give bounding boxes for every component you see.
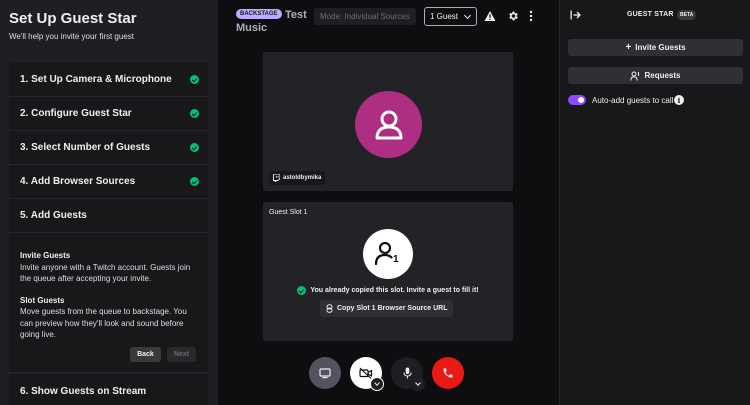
slot-guests-heading: Slot Guests [20, 295, 65, 305]
guest-count-select[interactable]: 1 Guest [424, 7, 477, 26]
step-nav-buttons: Back Next [130, 347, 196, 362]
setup-panel: Set Up Guest Star We'll help you invite … [0, 0, 218, 405]
step-show-guests[interactable]: 6. Show Guests on Stream [9, 374, 208, 405]
chevron-down-icon [415, 380, 421, 386]
step-label: 1. Set Up Camera & Microphone [20, 74, 172, 85]
slot-label: Guest Slot 1 [269, 209, 308, 216]
slot-guests-text: Move guests from the queue to backstage.… [20, 307, 187, 339]
more-options-icon[interactable] [528, 10, 534, 22]
slot-status-text: You already copied this slot. Invite a g… [310, 287, 479, 294]
invite-guests-text: Invite anyone with a Twitch account. Gue… [20, 262, 191, 284]
step-camera-microphone[interactable]: 1. Set Up Camera & Microphone [9, 63, 208, 97]
auto-add-label: Auto-add guests to call [592, 96, 674, 105]
check-circle-icon [297, 286, 307, 295]
stream-title-continued: Music [236, 22, 268, 34]
avatar [355, 91, 422, 158]
monitor-icon [319, 367, 331, 378]
plus-icon: + [625, 41, 632, 53]
slot-avatar: 1 [363, 229, 413, 279]
step-label: 2. Configure Guest Star [20, 108, 132, 119]
back-button[interactable]: Back [130, 347, 161, 362]
microphone-button[interactable] [391, 357, 425, 391]
twitch-icon [273, 174, 280, 182]
stream-title: Test [285, 9, 307, 21]
setup-title: Set Up Guest Star [9, 10, 137, 27]
step-browser-sources[interactable]: 4. Add Browser Sources [9, 165, 208, 199]
step-add-guests[interactable]: 5. Add Guests [9, 199, 208, 233]
camera-toggle-button[interactable] [350, 357, 384, 391]
step-number-of-guests[interactable]: 3. Select Number of Guests [9, 131, 208, 165]
check-circle-icon [190, 177, 199, 186]
step-add-guests-body: Invite Guests Invite anyone with a Twitc… [9, 233, 208, 373]
phone-icon [443, 368, 453, 378]
check-circle-icon [190, 75, 199, 84]
copy-browser-source-button[interactable]: Copy Slot 1 Browser Source URL [320, 300, 454, 317]
step-label: 6. Show Guests on Stream [20, 385, 147, 397]
collapse-panel-icon[interactable] [570, 10, 581, 20]
gear-icon[interactable] [507, 10, 519, 22]
guest-count-value: 1 Guest [430, 12, 459, 21]
requests-button[interactable]: Requests [568, 67, 743, 84]
setup-steps: 1. Set Up Camera & Microphone 2. Configu… [9, 63, 208, 373]
info-icon[interactable]: i [674, 95, 684, 105]
end-call-button[interactable] [432, 357, 464, 389]
slot-number: 1 [393, 254, 399, 265]
microphone-options-button[interactable] [411, 377, 425, 391]
copy-button-label: Copy Slot 1 Browser Source URL [337, 305, 448, 312]
mode-button[interactable]: Mode: Individual Sources [314, 8, 416, 25]
step-label: 5. Add Guests [20, 210, 87, 221]
host-name: astoldbymika [283, 175, 322, 181]
guest-star-stage: BACKSTAGE Test Music Mode: Individual So… [218, 0, 559, 405]
guest-star-panel: GUEST STAR BETA + Invite Guests Requests… [559, 0, 750, 405]
warning-icon[interactable] [484, 10, 496, 22]
slot-status: You already copied this slot. Invite a g… [263, 286, 513, 295]
chevron-down-icon [463, 11, 472, 20]
step-label: 3. Select Number of Guests [20, 142, 151, 153]
next-button[interactable]: Next [166, 347, 196, 362]
panel-title: GUEST STAR [627, 11, 674, 18]
invite-guests-heading: Invite Guests [20, 251, 71, 260]
check-circle-icon [190, 109, 199, 118]
host-video-tile: astoldbymika [263, 52, 513, 191]
setup-subtitle: We'll help you invite your first guest [9, 32, 134, 41]
user-request-icon [630, 71, 640, 81]
guest-slot-tile: Guest Slot 1 1 You already copied this s… [263, 202, 513, 341]
camera-off-icon [359, 367, 373, 379]
microphone-icon [403, 367, 411, 379]
chevron-down-icon [374, 380, 380, 386]
step-configure-guest-star[interactable]: 2. Configure Guest Star [9, 97, 208, 131]
check-circle-icon [190, 143, 199, 152]
user-icon [375, 110, 402, 139]
camera-options-button[interactable] [370, 377, 384, 391]
step-label: 4. Add Browser Sources [20, 176, 136, 187]
screen-share-button[interactable] [309, 357, 341, 389]
requests-label: Requests [644, 71, 681, 80]
link-icon [326, 304, 333, 313]
host-name-tag: astoldbymika [269, 171, 326, 185]
beta-badge: BETA [677, 10, 697, 20]
auto-add-toggle[interactable] [568, 95, 586, 105]
backstage-badge: BACKSTAGE [236, 9, 282, 19]
invite-guests-button[interactable]: + Invite Guests [568, 39, 743, 56]
invite-guests-label: Invite Guests [635, 43, 686, 52]
